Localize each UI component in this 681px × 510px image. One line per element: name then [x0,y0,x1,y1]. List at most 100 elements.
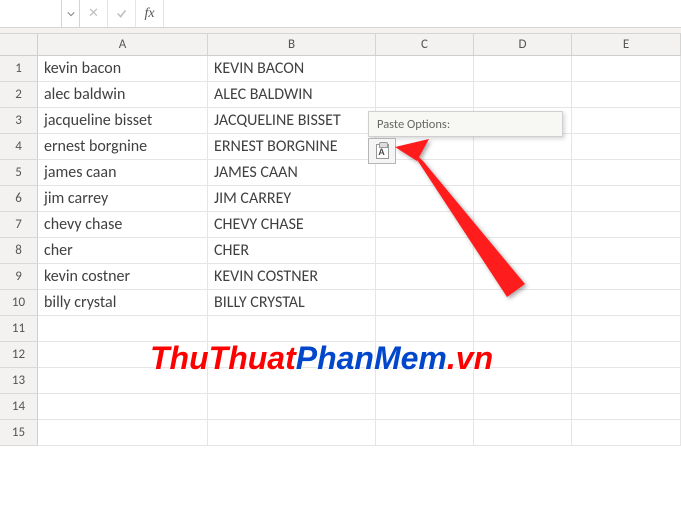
cell[interactable] [38,342,208,368]
cell[interactable] [38,394,208,420]
cell[interactable] [376,290,474,316]
cell[interactable] [376,342,474,368]
cell[interactable] [376,420,474,446]
cell[interactable] [376,56,474,82]
cell[interactable] [572,420,681,446]
cell[interactable] [572,160,681,186]
cell[interactable]: ernest borgnine [38,134,208,160]
cell[interactable] [572,394,681,420]
formula-input[interactable] [164,0,681,27]
column-header-e[interactable]: E [572,34,681,55]
cell[interactable]: alec baldwin [38,82,208,108]
cell[interactable] [572,186,681,212]
cell[interactable] [38,368,208,394]
cell[interactable] [376,264,474,290]
cell[interactable] [572,342,681,368]
cell[interactable] [208,342,376,368]
cell[interactable] [572,212,681,238]
cell[interactable]: ERNEST BORGNINE [208,134,376,160]
insert-function-button[interactable]: fx [136,0,164,27]
cell[interactable] [208,316,376,342]
enter-button[interactable] [108,0,136,27]
cell[interactable]: kevin bacon [38,56,208,82]
cell[interactable]: ALEC BALDWIN [208,82,376,108]
row-header[interactable]: 14 [0,394,38,420]
cell[interactable] [572,238,681,264]
cell[interactable] [572,290,681,316]
cell[interactable] [474,56,572,82]
cell[interactable] [38,316,208,342]
cell[interactable] [474,420,572,446]
cell[interactable] [474,186,572,212]
cell[interactable] [474,134,572,160]
row-header[interactable]: 11 [0,316,38,342]
cell[interactable] [572,368,681,394]
cell[interactable]: billy crystal [38,290,208,316]
cell[interactable] [474,212,572,238]
cell[interactable] [208,394,376,420]
cell[interactable] [376,82,474,108]
cell[interactable] [474,290,572,316]
cell[interactable] [572,134,681,160]
cell[interactable] [474,264,572,290]
cell[interactable] [474,82,572,108]
row-header[interactable]: 1 [0,56,38,82]
row-header[interactable]: 5 [0,160,38,186]
cell[interactable] [474,160,572,186]
cell[interactable] [474,342,572,368]
row-header[interactable]: 3 [0,108,38,134]
cell[interactable]: JAMES CAAN [208,160,376,186]
cell[interactable]: KEVIN COSTNER [208,264,376,290]
cell[interactable] [572,316,681,342]
cell[interactable]: chevy chase [38,212,208,238]
cell[interactable]: JACQUELINE BISSET [208,108,376,134]
cell[interactable] [376,368,474,394]
row-header[interactable]: 6 [0,186,38,212]
cell[interactable] [474,238,572,264]
cell[interactable]: james caan [38,160,208,186]
column-header-a[interactable]: A [38,34,208,55]
cell[interactable] [208,368,376,394]
cell[interactable] [572,82,681,108]
column-header-b[interactable]: B [208,34,376,55]
table-row: 13 [0,368,681,394]
row-header[interactable]: 4 [0,134,38,160]
row-header[interactable]: 13 [0,368,38,394]
row-header[interactable]: 7 [0,212,38,238]
cell[interactable] [376,394,474,420]
cell[interactable] [572,264,681,290]
row-header[interactable]: 15 [0,420,38,446]
row-header[interactable]: 10 [0,290,38,316]
cell[interactable]: CHEVY CHASE [208,212,376,238]
cell[interactable] [474,394,572,420]
cancel-button[interactable]: ✕ [80,0,108,27]
cell[interactable]: KEVIN BACON [208,56,376,82]
cell[interactable]: JIM CARREY [208,186,376,212]
cell[interactable] [376,238,474,264]
cell[interactable] [376,316,474,342]
row-header[interactable]: 8 [0,238,38,264]
cell[interactable]: jacqueline bisset [38,108,208,134]
cell[interactable] [474,368,572,394]
column-header-d[interactable]: D [474,34,572,55]
cell[interactable]: jim carrey [38,186,208,212]
cell[interactable] [474,316,572,342]
cell[interactable]: CHER [208,238,376,264]
cell[interactable] [38,420,208,446]
paste-options-button[interactable] [368,138,396,164]
column-header-c[interactable]: C [376,34,474,55]
cell[interactable]: cher [38,238,208,264]
cell[interactable] [572,108,681,134]
cell[interactable]: kevin costner [38,264,208,290]
cell[interactable] [572,56,681,82]
cell[interactable] [376,186,474,212]
name-box-dropdown[interactable] [62,0,80,27]
name-box[interactable] [0,0,62,27]
cell[interactable] [376,212,474,238]
row-header[interactable]: 2 [0,82,38,108]
cell[interactable]: BILLY CRYSTAL [208,290,376,316]
row-header[interactable]: 9 [0,264,38,290]
select-all-corner[interactable] [0,34,38,55]
row-header[interactable]: 12 [0,342,38,368]
cell[interactable] [208,420,376,446]
